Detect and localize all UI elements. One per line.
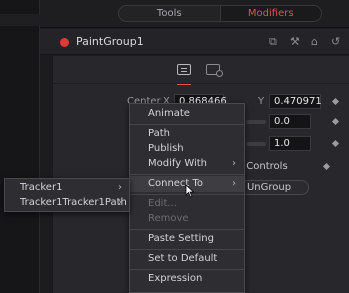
menu-separator (130, 124, 244, 125)
value-3-keyframe-icon[interactable] (331, 139, 340, 148)
menu-item-animate[interactable]: Animate (130, 106, 244, 122)
slider-track-2[interactable] (246, 142, 266, 146)
submenu-item-label: Tracker1Tracker1Path (20, 197, 127, 208)
inspector-tab-bar: Tools Modifiers (40, 0, 349, 28)
node-status-dot[interactable] (60, 38, 69, 47)
menu-item-path[interactable]: Path (130, 126, 244, 142)
y-label: Y (258, 96, 265, 107)
tab-tools[interactable]: Tools (119, 6, 220, 21)
value-2-keyframe-icon[interactable] (331, 117, 340, 126)
left-panel-strip (0, 0, 40, 293)
menu-separator (130, 229, 244, 230)
tab-modifiers[interactable]: Modifiers (219, 6, 321, 21)
submenu-item-tracker1-path[interactable]: Tracker1Tracker1Path › (5, 195, 129, 211)
chevron-right-icon: › (232, 178, 236, 189)
node-title: PaintGroup1 (76, 35, 144, 48)
center-y-input[interactable]: 0.470971 (269, 94, 322, 109)
chevron-right-icon: › (118, 182, 122, 193)
tab-segmented-control: Tools Modifiers (118, 5, 322, 22)
menu-item-set-to-default[interactable]: Set to Default (130, 251, 244, 267)
chevron-right-icon: › (118, 197, 122, 208)
controls-tab-icon[interactable] (177, 64, 191, 85)
submenu-item-tracker1[interactable]: Tracker1 › (5, 180, 129, 196)
menu-item-modify-with[interactable]: Modify With › (130, 156, 244, 172)
left-panel-notch (0, 14, 40, 26)
menu-item-label: Modify With (148, 158, 208, 169)
reset-icon[interactable]: ↺ (331, 35, 340, 49)
submenu-item-label: Tracker1 (20, 182, 63, 193)
value-input-3[interactable]: 1.0 (269, 136, 311, 151)
slider-track-1[interactable] (246, 120, 266, 124)
lock-icon[interactable]: ⌂ (311, 35, 318, 49)
versions-icon[interactable]: ⧉ (269, 35, 277, 49)
pin-icon[interactable]: ⚒ (290, 35, 300, 49)
panel-divider (53, 83, 349, 84)
menu-item-remove: Remove (148, 213, 189, 224)
controls-keyframe-icon[interactable] (322, 162, 331, 171)
node-header[interactable]: PaintGroup1 ⧉ ⚒ ⌂ ↺ (40, 29, 349, 55)
menu-separator (130, 174, 244, 175)
connect-to-submenu: Tracker1 › Tracker1Tracker1Path › (4, 178, 130, 212)
context-menu: Animate Path Publish Modify With › Conne… (129, 103, 245, 293)
menu-separator (130, 249, 244, 250)
menu-item-publish[interactable]: Publish (130, 141, 244, 157)
menu-separator (130, 269, 244, 270)
mouse-pointer-icon (185, 184, 195, 198)
chevron-right-icon: › (232, 158, 236, 169)
modifiers-tab-icon[interactable] (206, 64, 223, 79)
value-input-2[interactable]: 0.0 (269, 114, 311, 129)
menu-item-edit: Edit... (148, 198, 177, 209)
menu-item-expression[interactable]: Expression (130, 271, 244, 287)
menu-item-paste-setting[interactable]: Paste Setting (130, 231, 244, 247)
center-keyframe-icon[interactable] (331, 97, 340, 106)
